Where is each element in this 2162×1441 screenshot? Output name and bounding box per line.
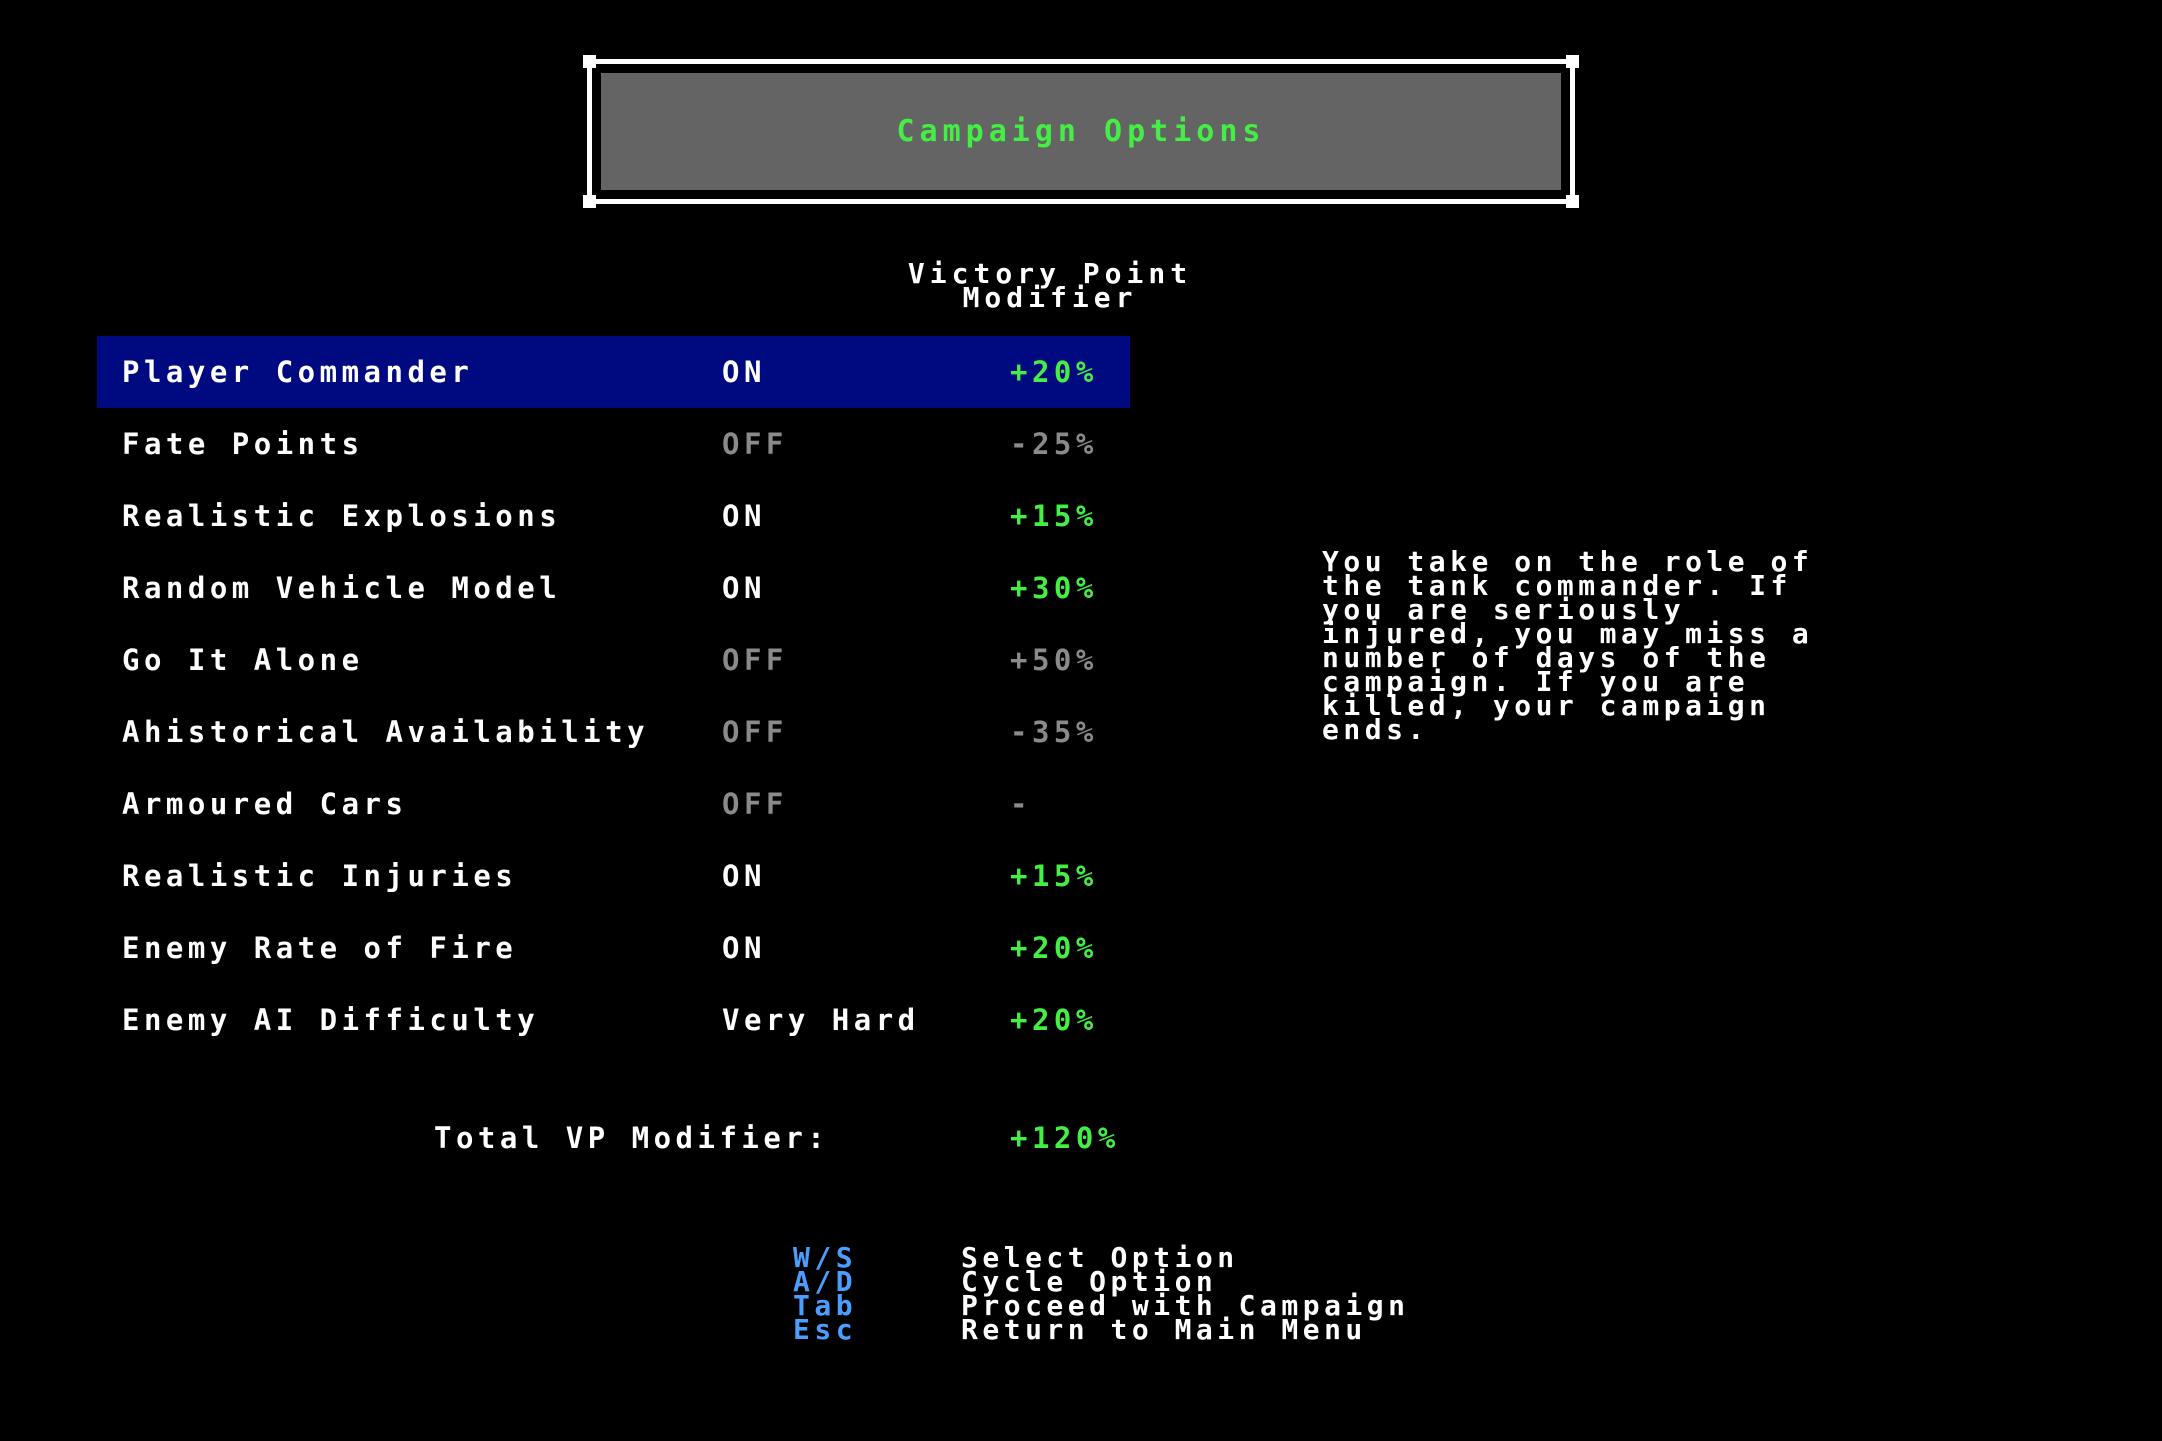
option-row[interactable]: Random Vehicle Model ON +30%	[97, 552, 1130, 624]
option-row[interactable]: Realistic Injuries ON +15%	[97, 840, 1130, 912]
option-label: Go It Alone	[122, 643, 364, 677]
option-label: Armoured Cars	[122, 787, 408, 821]
option-row[interactable]: Armoured Cars OFF -	[97, 768, 1130, 840]
option-vp-modifier: +20%	[1010, 355, 1098, 389]
option-row[interactable]: Enemy AI Difficulty Very Hard +20%	[97, 984, 1130, 1056]
option-label: Player Commander	[122, 355, 474, 389]
option-vp-modifier: +20%	[1010, 931, 1098, 965]
option-row[interactable]: Fate Points OFF -25%	[97, 408, 1130, 480]
frame-corner	[583, 55, 596, 68]
option-vp-modifier: +50%	[1010, 643, 1098, 677]
total-vp-value: +120%	[1010, 1121, 1120, 1155]
option-state[interactable]: OFF	[722, 624, 788, 696]
option-label: Enemy AI Difficulty	[122, 1003, 540, 1037]
frame-corner	[1566, 195, 1579, 208]
option-vp-modifier: +20%	[1010, 1003, 1098, 1037]
option-vp-modifier: +30%	[1010, 571, 1098, 605]
frame-top-border	[591, 59, 1571, 64]
campaign-options-screen: Campaign Options Victory Point Modifier …	[0, 0, 2162, 1441]
option-vp-modifier: +15%	[1010, 499, 1098, 533]
page-title: Campaign Options	[896, 114, 1266, 149]
control-action: Return to Main Menu	[961, 1313, 1367, 1346]
option-state[interactable]: Very Hard	[722, 984, 920, 1056]
options-list: Player Commander ON +20% Fate Points OFF -25%…	[97, 336, 1130, 1056]
option-state[interactable]: ON	[722, 552, 766, 624]
total-vp-label: Total VP Modifier:	[434, 1121, 830, 1155]
title-frame: Campaign Options	[583, 55, 1579, 208]
option-label: Fate Points	[122, 427, 364, 461]
option-state[interactable]: OFF	[722, 768, 788, 840]
option-row[interactable]: Ahistorical Availability OFF -35%	[97, 696, 1130, 768]
option-label: Enemy Rate of Fire	[122, 931, 518, 965]
option-label: Random Vehicle Model	[122, 571, 562, 605]
title-box: Campaign Options	[601, 73, 1561, 190]
option-state[interactable]: ON	[722, 912, 766, 984]
option-state[interactable]: OFF	[722, 696, 788, 768]
option-state[interactable]: ON	[722, 840, 766, 912]
option-state[interactable]: OFF	[722, 408, 788, 480]
option-row[interactable]: Enemy Rate of Fire ON +20%	[97, 912, 1130, 984]
option-label: Realistic Explosions	[122, 499, 562, 533]
option-state[interactable]: ON	[722, 480, 766, 552]
option-label: Realistic Injuries	[122, 859, 518, 893]
frame-corner	[583, 195, 596, 208]
option-row[interactable]: Go It Alone OFF +50%	[97, 624, 1130, 696]
option-row[interactable]: Player Commander ON +20%	[97, 336, 1130, 408]
option-description: You take on the role of the tank command…	[1322, 545, 1814, 746]
control-key[interactable]: Esc	[793, 1316, 857, 1344]
option-vp-modifier: -35%	[1010, 715, 1098, 749]
frame-corner	[1566, 55, 1579, 68]
frame-right-border	[1570, 63, 1575, 200]
vp-modifier-header: Victory Point Modifier	[850, 260, 1250, 312]
frame-left-border	[587, 63, 592, 200]
option-vp-modifier: -25%	[1010, 427, 1098, 461]
option-label: Ahistorical Availability	[122, 715, 650, 749]
option-row[interactable]: Realistic Explosions ON +15%	[97, 480, 1130, 552]
option-vp-modifier: -	[1010, 787, 1032, 821]
option-vp-modifier: +15%	[1010, 859, 1098, 893]
option-state[interactable]: ON	[722, 336, 766, 408]
frame-bottom-border	[591, 199, 1571, 204]
